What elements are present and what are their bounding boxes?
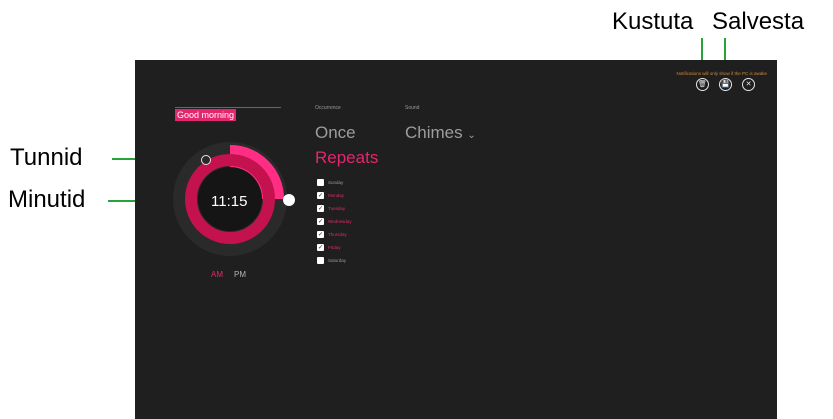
pm-toggle[interactable]: PM [234, 270, 246, 279]
alarm-editor-screen: Notifications will only show if the PC i… [135, 60, 777, 419]
alarm-name-input[interactable]: Good morning [175, 109, 237, 121]
time-display: 11:15 [211, 193, 248, 210]
occurrence-once-option[interactable]: Once [315, 123, 356, 143]
minute-handle[interactable] [283, 194, 295, 206]
trash-icon[interactable]: 🗑 [696, 78, 709, 91]
day-label: Thursday [328, 232, 347, 237]
notification-text: Notifications will only show if the PC i… [676, 71, 767, 76]
alarm-name-underline [175, 107, 281, 108]
callout-delete: Kustuta [612, 8, 694, 35]
day-row-thursday[interactable]: ✓ Thursday [317, 230, 347, 239]
sound-label: Sound [405, 105, 420, 111]
save-icon[interactable]: 💾 [719, 78, 732, 91]
day-row-monday[interactable]: ✓ Monday [317, 191, 344, 200]
day-checkbox[interactable] [317, 179, 324, 186]
sound-dropdown[interactable]: Chimes ⌄ [405, 123, 476, 143]
callout-hours: Tunnid [10, 144, 83, 171]
day-label: Tuesday [328, 206, 346, 211]
day-label: Monday [328, 193, 345, 198]
callout-save: Salvesta [712, 8, 805, 35]
day-label: Friday [328, 245, 341, 250]
day-row-friday[interactable]: ✓ Friday [317, 243, 341, 252]
day-label: Saturday [328, 258, 347, 263]
day-row-sunday[interactable]: Sunday [317, 178, 343, 187]
day-checkbox[interactable]: ✓ [317, 244, 324, 251]
occurrence-repeats-option[interactable]: Repeats [315, 148, 378, 168]
day-checkbox[interactable]: ✓ [317, 218, 324, 225]
day-row-saturday[interactable]: Saturday [317, 256, 346, 265]
day-row-tuesday[interactable]: ✓ Tuesday [317, 204, 345, 213]
close-icon[interactable]: ✕ [742, 78, 755, 91]
occurrence-label: Occurrence [315, 105, 341, 111]
day-checkbox[interactable]: ✓ [317, 231, 324, 238]
sound-value: Chimes [405, 123, 463, 142]
day-checkbox[interactable]: ✓ [317, 192, 324, 199]
day-row-wednesday[interactable]: ✓ Wednesday [317, 217, 352, 226]
am-toggle[interactable]: AM [211, 270, 223, 279]
day-label: Sunday [328, 180, 344, 185]
day-checkbox[interactable] [317, 257, 324, 264]
day-checkbox[interactable]: ✓ [317, 205, 324, 212]
callout-minutes: Minutid [8, 186, 86, 213]
hour-handle[interactable] [201, 155, 211, 165]
day-label: Wednesday [328, 219, 352, 224]
chevron-down-icon: ⌄ [467, 130, 476, 141]
